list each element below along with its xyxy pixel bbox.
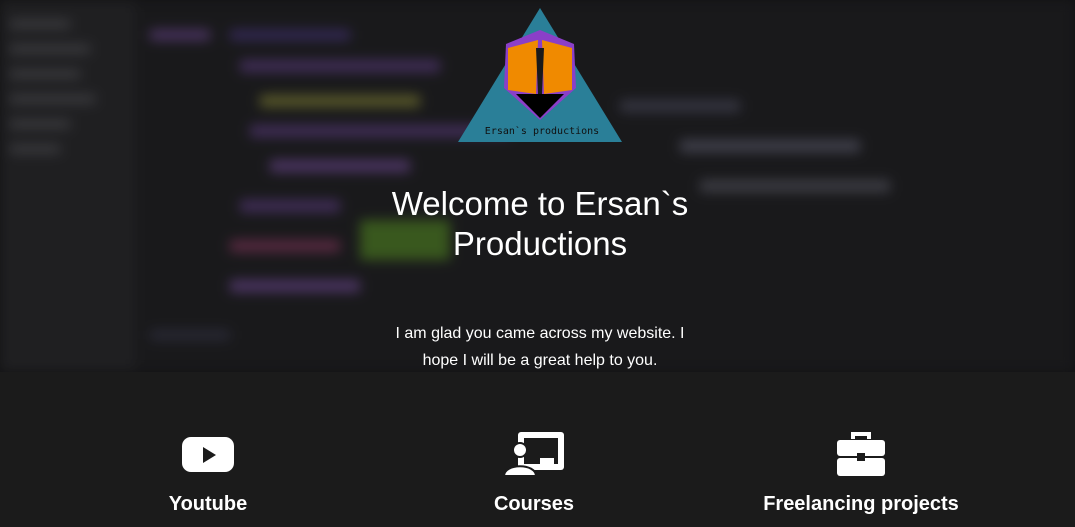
hero-title: Welcome to Ersan`s Productions — [391, 185, 689, 262]
hero-subtitle: I am glad you came across my website. I … — [395, 325, 685, 369]
service-courses[interactable]: Courses — [384, 372, 684, 527]
service-label-courses: Courses — [493, 493, 575, 515]
briefcase-icon — [837, 432, 885, 476]
site-logo[interactable]: Ersan`s productions — [458, 8, 622, 142]
services-section: Youtube Courses Freelancing projects — [0, 372, 1075, 527]
service-freelancing[interactable]: Freelancing projects — [711, 372, 1011, 527]
svg-text:Ersan`s productions: Ersan`s productions — [485, 125, 599, 137]
service-label-freelancing: Freelancing projects — [763, 493, 959, 515]
youtube-icon — [182, 437, 234, 472]
teacher-board-icon — [502, 432, 564, 477]
service-youtube[interactable]: Youtube — [58, 372, 358, 527]
service-label-youtube: Youtube — [168, 493, 248, 515]
hero-section: Ersan`s productions Welcome to Ersan`s P… — [0, 0, 1075, 372]
